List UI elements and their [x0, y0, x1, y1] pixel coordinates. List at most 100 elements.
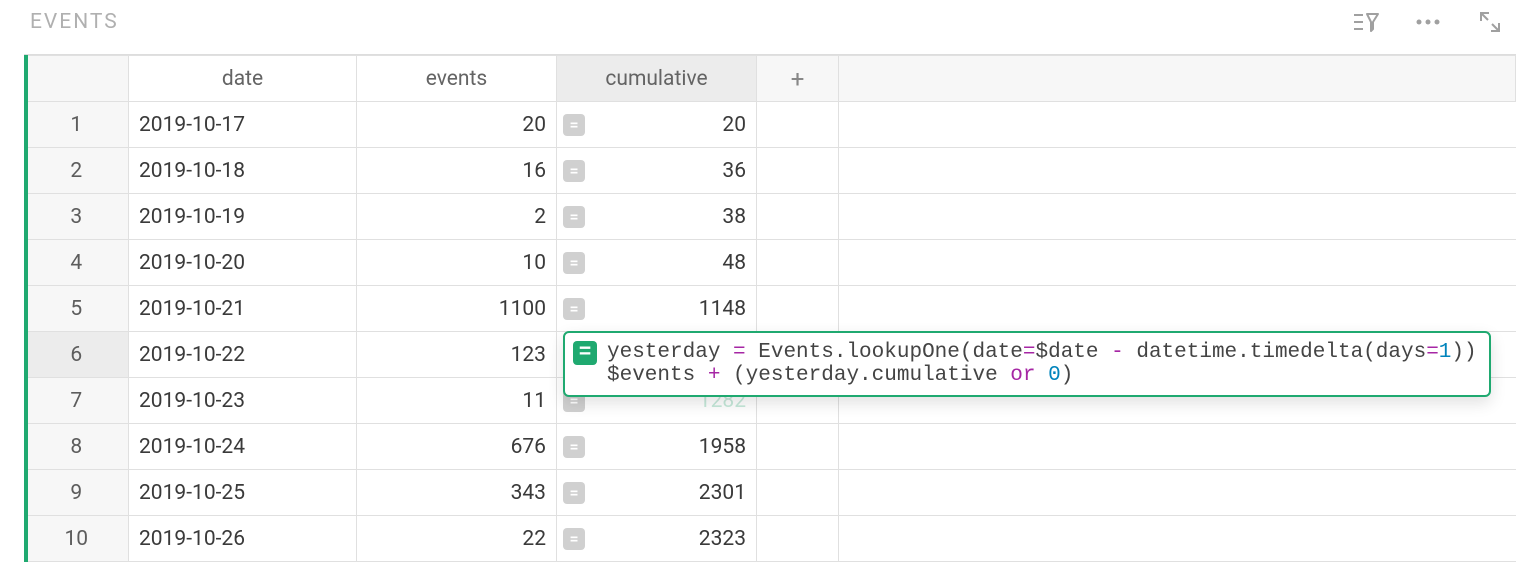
cell-events[interactable]: 1100 — [357, 286, 557, 332]
formula-token: 0 — [1048, 364, 1061, 387]
cell-date[interactable]: 2019-10-18 — [129, 148, 357, 194]
row-number[interactable]: 3 — [25, 194, 129, 240]
column-header-cumulative[interactable]: cumulative — [557, 56, 757, 102]
more-icon[interactable] — [1414, 8, 1442, 36]
cell-events[interactable]: 676 — [357, 424, 557, 470]
row-number[interactable]: 8 — [25, 424, 129, 470]
cell-cumulative[interactable]: 36 — [557, 148, 757, 194]
formula-chip-icon[interactable] — [563, 252, 585, 274]
formula-token: datetime.timedelta(days — [1124, 341, 1426, 364]
cell-date[interactable]: 2019-10-20 — [129, 240, 357, 286]
header-empty-space — [839, 56, 1516, 102]
formula-token — [1036, 364, 1049, 387]
formula-token: = — [733, 341, 746, 364]
formula-token: ) — [1061, 364, 1074, 387]
cell-empty-rest — [839, 286, 1516, 332]
formula-editor[interactable]: yesterday = Events.lookupOne(date=$date … — [563, 331, 1491, 397]
formula-chip-icon[interactable] — [563, 482, 585, 504]
cell-cumulative[interactable]: 20 — [557, 102, 757, 148]
cell-events[interactable]: 343 — [357, 470, 557, 516]
cell-date[interactable]: 2019-10-26 — [129, 516, 357, 562]
formula-token: or — [1010, 364, 1035, 387]
row-number[interactable]: 5 — [25, 286, 129, 332]
table-row[interactable]: 82019-10-24676 1958 — [25, 424, 1516, 470]
cell-empty-rest — [839, 194, 1516, 240]
row-number[interactable]: 2 — [25, 148, 129, 194]
cell-date[interactable]: 2019-10-17 — [129, 102, 357, 148]
cell-empty-addcol — [757, 194, 839, 240]
row-number-header — [25, 56, 129, 102]
table-row[interactable]: 52019-10-211100 1148 — [25, 286, 1516, 332]
cell-cumulative-value: 1958 — [699, 435, 746, 459]
table-row[interactable]: 92019-10-25343 2301 — [25, 470, 1516, 516]
row-number[interactable]: 10 — [25, 516, 129, 562]
cell-events[interactable]: 123 — [357, 332, 557, 378]
cell-cumulative-value: 20 — [722, 113, 746, 137]
row-number[interactable]: 9 — [25, 470, 129, 516]
formula-token: 1 — [1439, 341, 1452, 364]
cell-empty-rest — [839, 240, 1516, 286]
cell-empty-rest — [839, 470, 1516, 516]
cell-date[interactable]: 2019-10-19 — [129, 194, 357, 240]
cell-cumulative[interactable]: 48 — [557, 240, 757, 286]
table-row[interactable]: 12019-10-172020 — [25, 102, 1516, 148]
formula-token: $events — [607, 364, 708, 387]
formula-chip-icon[interactable] — [563, 528, 585, 550]
formula-equals-icon — [573, 341, 597, 365]
cell-events[interactable]: 2 — [357, 194, 557, 240]
formula-token: yesterday — [607, 341, 733, 364]
cell-date[interactable]: 2019-10-25 — [129, 470, 357, 516]
cell-empty-addcol — [757, 424, 839, 470]
events-table[interactable]: date events cumulative + 12019-10-172020… — [24, 55, 1516, 562]
cell-cumulative[interactable]: 1148 — [557, 286, 757, 332]
table-row[interactable]: 32019-10-192 38 — [25, 194, 1516, 240]
cell-date[interactable]: 2019-10-21 — [129, 286, 357, 332]
formula-chip-icon[interactable] — [563, 114, 585, 136]
formula-chip-icon[interactable] — [563, 436, 585, 458]
expand-icon[interactable] — [1476, 8, 1504, 36]
cell-empty-addcol — [757, 102, 839, 148]
cell-events[interactable]: 20 — [357, 102, 557, 148]
cell-events[interactable]: 11 — [357, 378, 557, 424]
cell-cumulative[interactable]: 2323 — [557, 516, 757, 562]
table-row[interactable]: 42019-10-201048 — [25, 240, 1516, 286]
formula-chip-icon[interactable] — [563, 160, 585, 182]
table-row[interactable]: 102019-10-26222323 — [25, 516, 1516, 562]
cell-cumulative[interactable]: 2301 — [557, 470, 757, 516]
cell-cumulative[interactable]: 1958 — [557, 424, 757, 470]
row-number[interactable]: 1 — [25, 102, 129, 148]
cell-empty-addcol — [757, 286, 839, 332]
cell-date[interactable]: 2019-10-24 — [129, 424, 357, 470]
cell-empty-rest — [839, 424, 1516, 470]
cell-events[interactable]: 10 — [357, 240, 557, 286]
column-header-date[interactable]: date — [129, 56, 357, 102]
cell-cumulative-value: 2301 — [699, 481, 746, 505]
cell-empty-addcol — [757, 148, 839, 194]
formula-chip-icon[interactable] — [563, 298, 585, 320]
cell-empty-rest — [839, 148, 1516, 194]
cell-cumulative[interactable]: 38 — [557, 194, 757, 240]
table-row[interactable]: 62019-10-22123yesterday = Events.lookupO… — [25, 332, 1516, 378]
formula-chip-icon[interactable] — [563, 206, 585, 228]
cell-events[interactable]: 22 — [357, 516, 557, 562]
table-row[interactable]: 22019-10-181636 — [25, 148, 1516, 194]
cell-empty-addcol — [757, 516, 839, 562]
cell-events[interactable]: 16 — [357, 148, 557, 194]
filter-icon[interactable] — [1352, 8, 1380, 36]
formula-token: - — [1111, 341, 1124, 364]
row-number[interactable]: 4 — [25, 240, 129, 286]
cell-date[interactable]: 2019-10-23 — [129, 378, 357, 424]
row-number[interactable]: 6 — [25, 332, 129, 378]
formula-token: Events.lookupOne(date — [746, 341, 1023, 364]
formula-token: (yesterday.cumulative — [720, 364, 1010, 387]
cell-cumulative-value: 38 — [722, 205, 746, 229]
cell-cumulative[interactable]: yesterday = Events.lookupOne(date=$date … — [557, 332, 757, 378]
column-header-events[interactable]: events — [357, 56, 557, 102]
formula-token: + — [708, 364, 721, 387]
cell-cumulative-value: 1148 — [699, 297, 746, 321]
cell-date[interactable]: 2019-10-22 — [129, 332, 357, 378]
cell-empty-addcol — [757, 470, 839, 516]
row-number[interactable]: 7 — [25, 378, 129, 424]
formula-line-2: $events + (yesterday.cumulative or 0) — [607, 364, 1477, 387]
add-column-button[interactable]: + — [757, 56, 839, 102]
